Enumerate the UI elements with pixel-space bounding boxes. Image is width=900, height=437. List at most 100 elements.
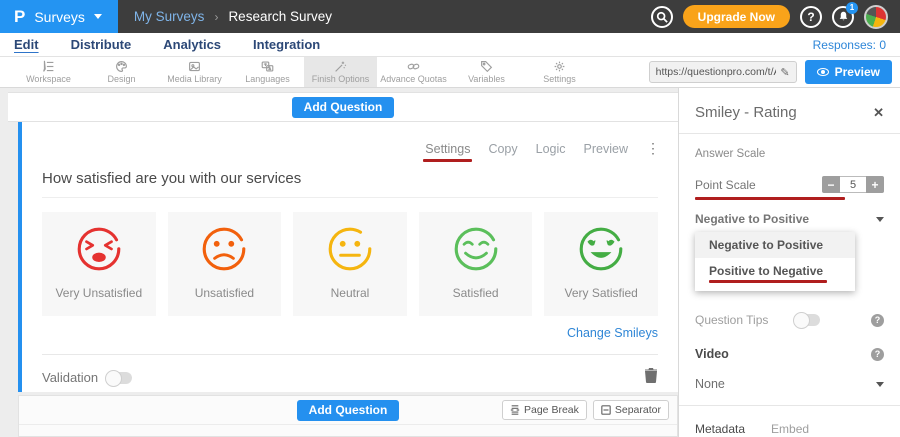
help-button[interactable]: ? (800, 6, 822, 28)
tab-embed[interactable]: Embed (771, 422, 809, 437)
search-button[interactable] (651, 6, 673, 28)
survey-nav: Edit Distribute Analytics Integration Re… (0, 33, 900, 57)
edit-toolbar: Workspace Design Media Library Languages… (0, 57, 900, 88)
panel-divider (679, 405, 900, 406)
validation-toggle[interactable] (106, 372, 132, 384)
smiley-scale: Very Unsatisfied Unsatisfied (42, 212, 658, 316)
breadcrumb: My Surveys › Research Survey (134, 9, 332, 24)
separator-button[interactable]: Separator (593, 400, 669, 420)
annotation-underline-settings (423, 159, 472, 162)
smiley-label: Very Unsatisfied (55, 286, 142, 300)
smiley-option-neutral[interactable]: Neutral (293, 212, 407, 316)
question-tabs: Settings Copy Logic Preview ⋮ (425, 140, 660, 157)
point-scale-row: Point Scale − 5 + (695, 176, 884, 193)
page-break-label: Page Break (524, 404, 579, 416)
image-icon (188, 60, 201, 73)
panel-divider (679, 133, 900, 134)
smiley-option-very-unsatisfied[interactable]: Very Unsatisfied (42, 212, 156, 316)
change-smileys-link[interactable]: Change Smileys (567, 326, 658, 340)
nav-tab-distribute[interactable]: Distribute (71, 35, 132, 54)
preview-button-label: Preview (835, 65, 880, 79)
nav-tab-integration[interactable]: Integration (253, 35, 320, 54)
toolbar-workspace-label: Workspace (26, 74, 71, 84)
point-scale-value: 5 (840, 176, 866, 193)
toolbar-media-library[interactable]: Media Library (158, 57, 231, 87)
panel-title: Smiley - Rating (695, 104, 797, 121)
toolbar-design[interactable]: Design (85, 57, 158, 87)
close-panel-button[interactable]: ✕ (873, 105, 884, 121)
validation-divider (42, 354, 658, 355)
breadcrumb-separator: › (214, 10, 218, 24)
chevron-down-icon (876, 382, 884, 387)
bell-icon (838, 11, 849, 22)
question-tips-help-icon[interactable]: ? (871, 314, 884, 327)
smiley-option-unsatisfied[interactable]: Unsatisfied (168, 212, 282, 316)
toolbar-advance-quotas[interactable]: Advance Quotas (377, 57, 450, 87)
add-question-button-bottom[interactable]: Add Question (297, 400, 400, 421)
question-more-menu-icon[interactable]: ⋮ (646, 140, 660, 157)
toolbar-languages[interactable]: Languages (231, 57, 304, 87)
very-satisfied-smiley-icon (576, 224, 626, 274)
edit-url-icon[interactable]: ✎ (780, 66, 789, 79)
survey-canvas: Add Question Settings Copy Logic Preview… (0, 88, 678, 437)
question-tab-copy[interactable]: Copy (488, 142, 517, 156)
palette-icon (115, 60, 128, 73)
breadcrumb-my-surveys[interactable]: My Surveys (134, 9, 205, 24)
option-positive-to-negative[interactable]: Positive to Negative (695, 258, 855, 289)
add-question-button-top[interactable]: Add Question (292, 97, 395, 118)
scale-direction-value: Negative to Positive (695, 212, 809, 226)
option-negative-to-positive[interactable]: Negative to Positive (695, 232, 855, 258)
toolbar-finish-options[interactable]: Finish Options (304, 57, 377, 87)
smiley-label: Satisfied (453, 286, 499, 300)
product-menu[interactable]: P Surveys (0, 0, 118, 33)
page-break-icon (510, 405, 520, 415)
question-tab-logic[interactable]: Logic (536, 142, 566, 156)
responses-count[interactable]: Responses: 0 (813, 38, 886, 52)
annotation-underline-point-scale (695, 197, 845, 200)
preview-button[interactable]: Preview (805, 60, 892, 84)
survey-url-value: https://questionpro.com/t/A (656, 66, 777, 78)
scale-direction-select[interactable]: Negative to Positive (695, 212, 884, 226)
chevron-down-icon (94, 14, 102, 19)
annotation-underline-positive-to-negative (709, 280, 827, 283)
smiley-option-very-satisfied[interactable]: Very Satisfied (544, 212, 658, 316)
metadata-embed-tabs: Metadata Embed (695, 422, 884, 437)
increment-button[interactable]: + (866, 176, 884, 193)
eye-icon (817, 68, 829, 76)
question-tab-preview[interactable]: Preview (584, 142, 628, 156)
question-tab-settings[interactable]: Settings (425, 142, 470, 156)
separator-label: Separator (615, 404, 661, 416)
smiley-option-satisfied[interactable]: Satisfied (419, 212, 533, 316)
toolbar-variables-label: Variables (468, 74, 505, 84)
delete-question-button[interactable] (644, 367, 658, 388)
point-scale-label: Point Scale (695, 178, 756, 192)
neutral-smiley-icon (325, 224, 375, 274)
tag-icon (480, 60, 493, 73)
change-smileys-row: Change Smileys (42, 326, 658, 340)
nav-tab-edit[interactable]: Edit (14, 35, 39, 54)
video-help-icon[interactable]: ? (871, 348, 884, 361)
toolbar-workspace[interactable]: Workspace (12, 57, 85, 87)
toolbar-design-label: Design (107, 74, 135, 84)
toolbar-variables[interactable]: Variables (450, 57, 523, 87)
video-label: Video (695, 347, 729, 361)
satisfied-smiley-icon (451, 224, 501, 274)
tab-metadata[interactable]: Metadata (695, 422, 745, 437)
upgrade-now-button[interactable]: Upgrade Now (683, 5, 790, 28)
toolbar-settings[interactable]: Settings (523, 57, 596, 87)
survey-url-field[interactable]: https://questionpro.com/t/A ✎ (649, 61, 797, 83)
page-break-button[interactable]: Page Break (502, 400, 587, 420)
avatar[interactable] (864, 5, 888, 29)
translate-icon (261, 60, 274, 73)
notifications-button[interactable]: 1 (832, 6, 854, 28)
smiley-label: Unsatisfied (195, 286, 254, 300)
top-bar: P Surveys My Surveys › Research Survey U… (0, 0, 900, 33)
decrement-button[interactable]: − (822, 176, 840, 193)
chevron-down-icon (876, 217, 884, 222)
workspace-icon (42, 60, 55, 73)
video-select[interactable]: None (695, 377, 884, 391)
separator-icon (601, 405, 611, 415)
question-title-divider (42, 197, 658, 198)
question-tips-toggle[interactable] (794, 314, 820, 326)
nav-tab-analytics[interactable]: Analytics (163, 35, 221, 54)
